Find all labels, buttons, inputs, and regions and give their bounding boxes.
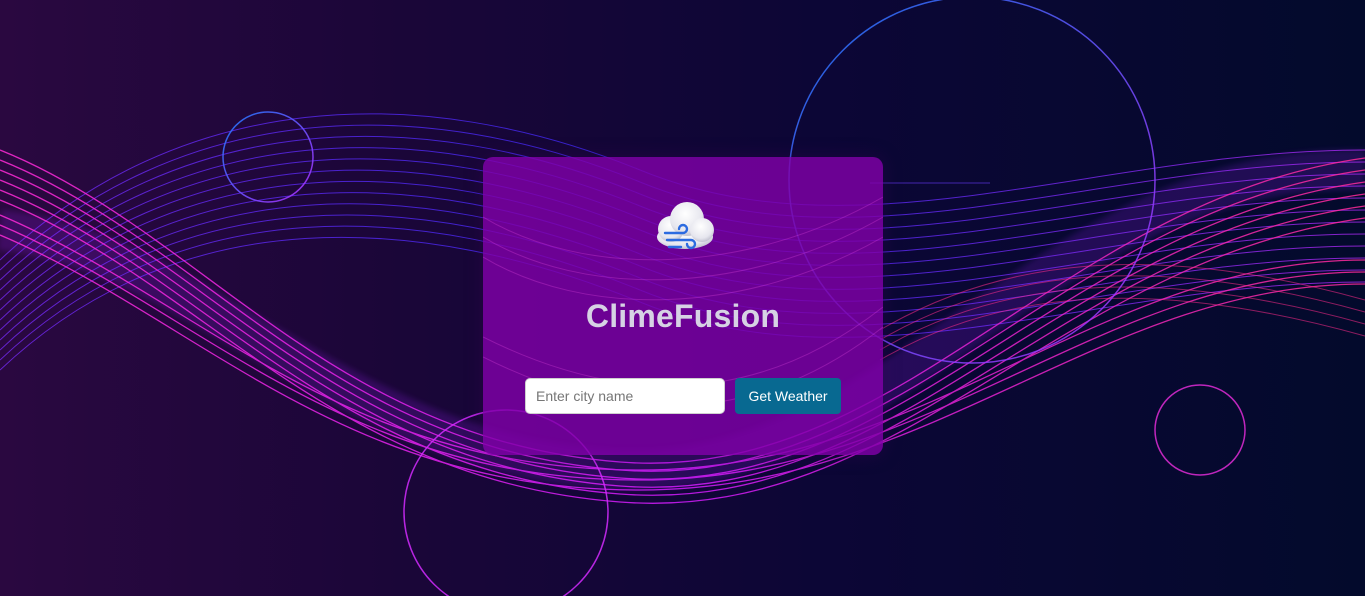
cloud-wind-icon (651, 197, 717, 259)
city-search-input[interactable] (525, 378, 725, 414)
app-title: ClimeFusion (585, 298, 781, 334)
weather-card: ClimeFusion Get Weather (483, 157, 883, 455)
get-weather-button[interactable]: Get Weather (735, 378, 841, 414)
